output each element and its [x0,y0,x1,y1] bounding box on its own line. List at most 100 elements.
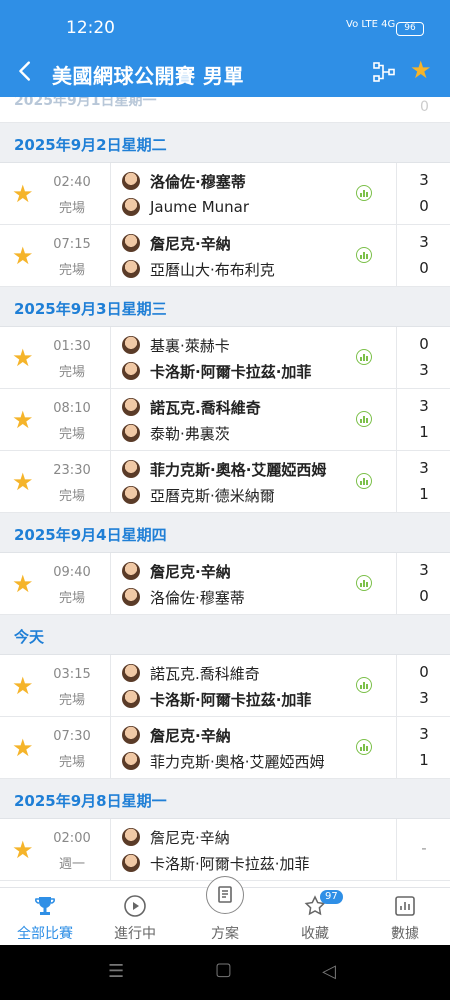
divider [396,389,397,451]
divider [110,327,111,389]
menu-icon[interactable]: ☰ [108,961,124,982]
player-1: 基裏·萊赫卡 [122,332,230,358]
player-avatar [122,664,140,682]
stats-icon[interactable] [356,185,372,201]
player-1: 菲力克斯·奧格·艾麗婭西姆 [122,456,326,482]
player-2: Jaume Munar [122,194,249,220]
player-1: 諾瓦克.喬科維奇 [122,394,261,420]
favorite-star-icon[interactable]: ★ [12,734,34,762]
favorite-star-icon[interactable]: ★ [410,56,432,84]
back-icon[interactable]: ◁ [322,961,336,982]
match-row[interactable]: ★ 02:00 週一 詹尼克·辛納 卡洛斯·阿爾卡拉茲·加菲 - [0,819,450,881]
score-2: 1 [419,485,429,503]
status-bar: 12:20 Vo LTE 4G 96 [0,0,450,56]
match-status: 完場 [58,755,85,770]
divider [110,225,111,287]
match-status: 完場 [58,693,85,708]
match-status: 完場 [58,591,85,606]
player-avatar [122,726,140,744]
home-icon[interactable]: ▢ [215,959,232,980]
favorite-star-icon[interactable]: ★ [12,570,34,598]
player-name: 洛倫佐·穆塞蒂 [150,588,245,607]
nav-item[interactable]: 全部比賽 [0,888,90,946]
player-avatar [122,588,140,606]
player-2: 菲力克斯·奧格·艾麗婭西姆 [122,748,325,774]
match-row[interactable]: ★ 03:15 完場 諾瓦克.喬科維奇 卡洛斯·阿爾卡拉茲·加菲 0 3 [0,655,450,717]
favorite-star-icon[interactable]: ★ [12,242,34,270]
player-avatar [122,828,140,846]
page-title: 美國網球公開賽 男單 [52,64,244,88]
player-name: 詹尼克·辛納 [150,234,231,253]
match-time: 07:15 [53,237,91,252]
player-name: 詹尼克·辛納 [150,562,231,581]
nav-label: 收藏 [301,926,329,942]
match-status: 完場 [58,263,85,278]
score-1: 3 [419,397,429,415]
match-row[interactable]: ★ 07:30 完場 詹尼克·辛納 菲力克斯·奧格·艾麗婭西姆 3 1 [0,717,450,779]
stats-icon[interactable] [356,677,372,693]
nav-item[interactable]: 收藏 97 [270,888,360,946]
match-time: 07:30 [53,729,91,744]
player-name: 基裏·萊赫卡 [150,336,230,355]
stats-icon[interactable] [356,575,372,591]
divider [396,655,397,717]
favorite-star-icon[interactable]: ★ [12,180,34,208]
score-1: 3 [419,233,429,251]
back-arrow-icon[interactable] [14,58,38,86]
player-name: 泰勒·弗裏茨 [150,424,230,443]
player-avatar [122,690,140,708]
date-header: 2025年9月4日星期四 [0,513,450,553]
score-1: 3 [419,725,429,743]
player-avatar [122,260,140,278]
divider [396,553,397,615]
date-header: 2025年9月8日星期一 [0,779,450,819]
match-row[interactable]: ★ 08:10 完場 諾瓦克.喬科維奇 泰勒·弗裏茨 3 1 [0,389,450,451]
stats-icon[interactable] [356,411,372,427]
match-status: 完場 [58,201,85,216]
app-header-bar: 12:20 Vo LTE 4G 96 美國網球公開賽 男單 ★ [0,0,450,97]
nav-item[interactable]: 方案 [180,876,270,946]
play-icon [123,894,147,918]
battery-icon: 96 [396,22,424,36]
nav-item[interactable]: 進行中 [90,888,180,946]
title-bar: 美國網球公開賽 男單 ★ [0,56,450,97]
player-avatar [122,752,140,770]
match-row[interactable]: ★ 23:30 完場 菲力克斯·奧格·艾麗婭西姆 亞曆克斯·德米納爾 3 1 [0,451,450,513]
player-avatar [122,460,140,478]
player-name: 詹尼克·辛納 [150,828,230,847]
player-avatar [122,234,140,252]
stats-icon[interactable] [356,247,372,263]
favorite-star-icon[interactable]: ★ [12,468,34,496]
player-2: 亞曆克斯·德米納爾 [122,482,275,508]
player-name: Jaume Munar [150,198,250,216]
divider [110,819,111,881]
match-row[interactable]: ★ 02:40 完場 洛倫佐·穆塞蒂 Jaume Munar 3 0 [0,163,450,225]
player-name: 卡洛斯·阿爾卡拉茲·加菲 [150,690,312,709]
divider [396,327,397,389]
favorite-star-icon[interactable]: ★ [12,672,34,700]
match-status: 完場 [58,489,85,504]
favorite-star-icon[interactable]: ★ [12,344,34,372]
match-time: 08:10 [53,401,91,416]
date-header: 2025年9月2日星期二 [0,123,450,163]
match-row[interactable]: ★ 01:30 完場 基裏·萊赫卡 卡洛斯·阿爾卡拉茲·加菲 0 3 [0,327,450,389]
favorite-star-icon[interactable]: ★ [12,406,34,434]
match-time: 02:40 [53,175,91,190]
system-nav-bar: ☰ ▢ ◁ [0,945,450,1000]
player-avatar [122,398,140,416]
nav-item[interactable]: 數據 [360,888,450,946]
match-row[interactable]: ★ 07:15 完場 詹尼克·辛納 亞曆山大·布布利克 3 0 [0,225,450,287]
favorite-star-icon[interactable]: ★ [12,836,34,864]
stats-icon[interactable] [356,473,372,489]
bracket-icon[interactable] [372,60,396,84]
match-list[interactable]: 2025年9月1日星期一 0 2025年9月2日星期二 ★ 02:40 完場 洛… [0,97,450,887]
player-name: 卡洛斯·阿爾卡拉茲·加菲 [150,362,312,381]
score-1: 3 [419,561,429,579]
date-header: 今天 [0,615,450,655]
match-row[interactable]: ★ 09:40 完場 詹尼克·辛納 洛倫佐·穆塞蒂 3 0 [0,553,450,615]
stats-icon[interactable] [356,349,372,365]
partial-date: 2025年9月1日星期一 [14,97,157,109]
player-avatar [122,854,140,872]
score-2: 1 [419,423,429,441]
stats-icon[interactable] [356,739,372,755]
